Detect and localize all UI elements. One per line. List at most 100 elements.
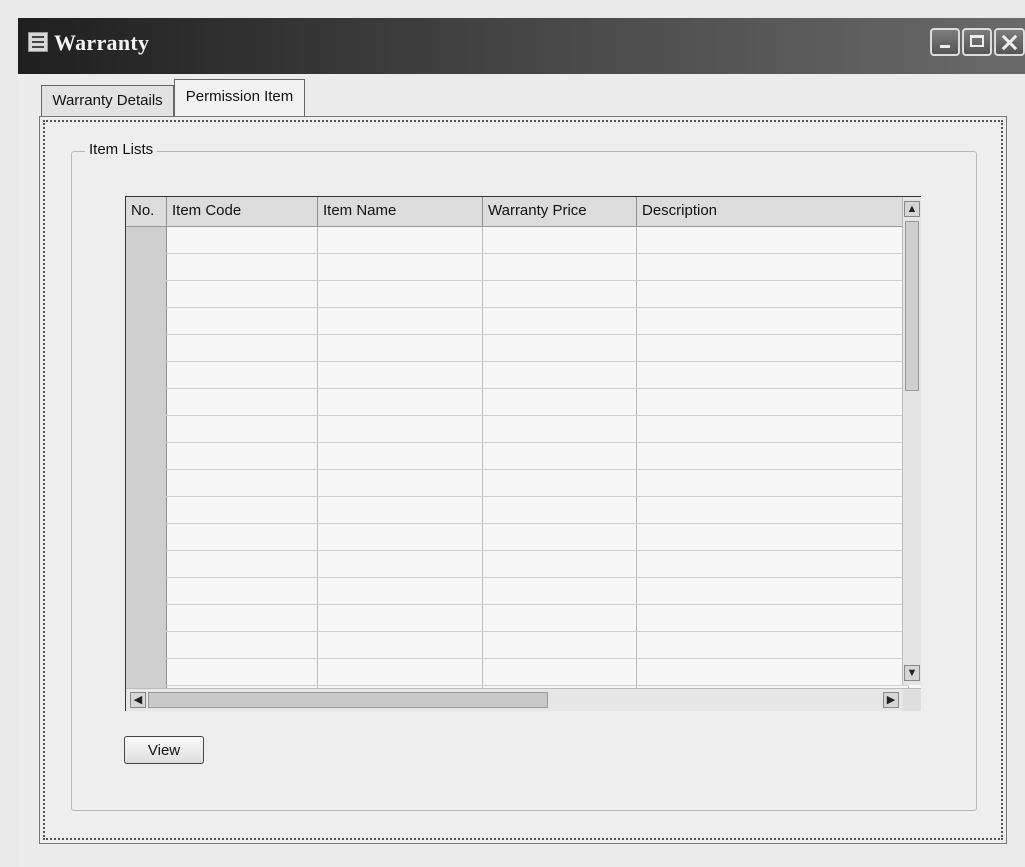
description-cell[interactable]	[637, 308, 909, 334]
row-header-cell[interactable]	[126, 308, 167, 334]
table-row[interactable]	[126, 308, 909, 335]
item-code-cell[interactable]	[167, 578, 318, 604]
description-cell[interactable]	[637, 281, 909, 307]
table-row[interactable]	[126, 443, 909, 470]
description-cell[interactable]	[637, 551, 909, 577]
item-name-cell[interactable]	[318, 281, 483, 307]
table-row[interactable]	[126, 227, 909, 254]
item-name-cell[interactable]	[318, 308, 483, 334]
row-header-cell[interactable]	[126, 632, 167, 658]
row-header-cell[interactable]	[126, 227, 167, 253]
item-name-cell[interactable]	[318, 254, 483, 280]
item-name-cell[interactable]	[318, 470, 483, 496]
scroll-left-button[interactable]: ◀	[130, 692, 146, 708]
description-cell[interactable]	[637, 632, 909, 658]
row-header-cell[interactable]	[126, 659, 167, 685]
description-cell[interactable]	[637, 578, 909, 604]
item-name-cell[interactable]	[318, 551, 483, 577]
table-row[interactable]	[126, 605, 909, 632]
warranty-price-cell[interactable]	[483, 416, 637, 442]
item-name-cell[interactable]	[318, 335, 483, 361]
table-row[interactable]	[126, 389, 909, 416]
warranty-price-cell[interactable]	[483, 389, 637, 415]
description-cell[interactable]	[637, 470, 909, 496]
item-code-cell[interactable]	[167, 470, 318, 496]
item-code-cell[interactable]	[167, 227, 318, 253]
item-name-cell[interactable]	[318, 632, 483, 658]
table-row[interactable]	[126, 659, 909, 686]
close-button[interactable]	[994, 28, 1025, 56]
scroll-right-button[interactable]: ▶	[883, 692, 899, 708]
column-header-no[interactable]: No.	[126, 197, 167, 226]
column-header-item-name[interactable]: Item Name	[318, 197, 483, 226]
description-cell[interactable]	[637, 524, 909, 550]
row-header-cell[interactable]	[126, 524, 167, 550]
item-code-cell[interactable]	[167, 416, 318, 442]
column-header-description[interactable]: Description	[637, 197, 909, 226]
row-header-cell[interactable]	[126, 551, 167, 577]
row-header-cell[interactable]	[126, 605, 167, 631]
row-header-cell[interactable]	[126, 254, 167, 280]
item-code-cell[interactable]	[167, 632, 318, 658]
item-name-cell[interactable]	[318, 578, 483, 604]
item-code-cell[interactable]	[167, 605, 318, 631]
item-code-cell[interactable]	[167, 497, 318, 523]
description-cell[interactable]	[637, 227, 909, 253]
row-header-cell[interactable]	[126, 470, 167, 496]
warranty-price-cell[interactable]	[483, 605, 637, 631]
table-row[interactable]	[126, 524, 909, 551]
item-code-cell[interactable]	[167, 659, 318, 685]
row-header-cell[interactable]	[126, 281, 167, 307]
table-row[interactable]	[126, 254, 909, 281]
table-row[interactable]	[126, 470, 909, 497]
warranty-price-cell[interactable]	[483, 308, 637, 334]
item-name-cell[interactable]	[318, 524, 483, 550]
scroll-down-button[interactable]: ▼	[904, 665, 920, 681]
item-name-cell[interactable]	[318, 497, 483, 523]
description-cell[interactable]	[637, 362, 909, 388]
row-header-cell[interactable]	[126, 389, 167, 415]
description-cell[interactable]	[637, 659, 909, 685]
warranty-price-cell[interactable]	[483, 281, 637, 307]
item-name-cell[interactable]	[318, 659, 483, 685]
row-header-cell[interactable]	[126, 497, 167, 523]
item-code-cell[interactable]	[167, 308, 318, 334]
table-row[interactable]	[126, 578, 909, 605]
item-code-cell[interactable]	[167, 551, 318, 577]
tab-warranty-details[interactable]: Warranty Details	[41, 85, 174, 117]
column-header-warranty-price[interactable]: Warranty Price	[483, 197, 637, 226]
table-row[interactable]	[126, 362, 909, 389]
item-code-cell[interactable]	[167, 389, 318, 415]
item-name-cell[interactable]	[318, 362, 483, 388]
row-header-cell[interactable]	[126, 578, 167, 604]
description-cell[interactable]	[637, 497, 909, 523]
item-code-cell[interactable]	[167, 335, 318, 361]
description-cell[interactable]	[637, 254, 909, 280]
table-row[interactable]	[126, 281, 909, 308]
table-row[interactable]	[126, 416, 909, 443]
horizontal-scroll-thumb[interactable]	[148, 692, 548, 708]
description-cell[interactable]	[637, 416, 909, 442]
item-code-cell[interactable]	[167, 524, 318, 550]
view-button[interactable]: View	[124, 736, 204, 764]
warranty-price-cell[interactable]	[483, 470, 637, 496]
warranty-price-cell[interactable]	[483, 551, 637, 577]
row-header-cell[interactable]	[126, 362, 167, 388]
warranty-price-cell[interactable]	[483, 227, 637, 253]
title-bar[interactable]: Warranty	[18, 18, 1025, 74]
warranty-price-cell[interactable]	[483, 254, 637, 280]
description-cell[interactable]	[637, 389, 909, 415]
warranty-price-cell[interactable]	[483, 632, 637, 658]
warranty-price-cell[interactable]	[483, 443, 637, 469]
items-grid[interactable]: No. Item Code Item Name Warranty Price D…	[125, 196, 921, 711]
item-name-cell[interactable]	[318, 605, 483, 631]
table-row[interactable]	[126, 551, 909, 578]
item-code-cell[interactable]	[167, 281, 318, 307]
warranty-price-cell[interactable]	[483, 578, 637, 604]
warranty-price-cell[interactable]	[483, 335, 637, 361]
table-row[interactable]	[126, 335, 909, 362]
item-name-cell[interactable]	[318, 389, 483, 415]
item-name-cell[interactable]	[318, 416, 483, 442]
item-code-cell[interactable]	[167, 443, 318, 469]
table-row[interactable]	[126, 632, 909, 659]
